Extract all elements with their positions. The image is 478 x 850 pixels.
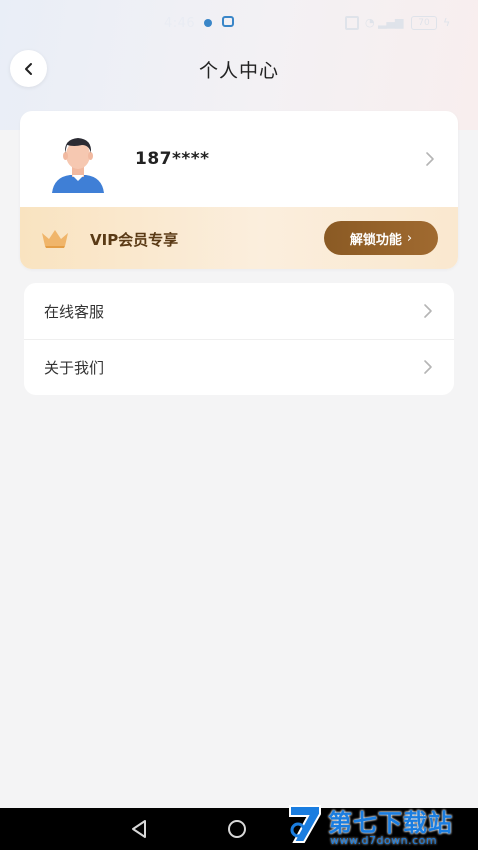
- battery-icon: 70: [411, 16, 437, 30]
- unlock-features-button[interactable]: 解锁功能 ›: [324, 221, 438, 255]
- vip-banner: VIP会员专享 解锁功能 ›: [20, 207, 458, 269]
- page-title: 个人中心: [198, 60, 279, 82]
- vibrate-icon: [345, 16, 359, 30]
- avatar-icon: [52, 138, 104, 193]
- menu-card: 在线客服 关于我们: [24, 283, 454, 395]
- profile-row[interactable]: 187****: [20, 111, 458, 207]
- menu-item-customer-service[interactable]: 在线客服: [24, 283, 454, 340]
- status-indicators: ◔ ▂▄▆ 70 ϟ: [345, 16, 455, 30]
- status-bar: 4:46 ◔ ▂▄▆ 70 ϟ: [0, 8, 478, 38]
- menu-item-about-us[interactable]: 关于我们: [24, 339, 454, 395]
- menu-item-label: 在线客服: [44, 303, 105, 321]
- chevron-right-icon: [424, 360, 432, 374]
- vip-label: VIP会员专享: [90, 231, 179, 249]
- profile-card: 187**** VIP会员专享 解锁功能 ›: [20, 111, 458, 269]
- chevron-right-icon: [424, 304, 432, 318]
- status-time: 4:46: [164, 16, 196, 31]
- notification-dot-icon: [204, 19, 212, 27]
- unlock-features-label: 解锁功能: [349, 232, 402, 248]
- username: 187****: [135, 149, 210, 169]
- chevron-right-icon: ›: [406, 230, 413, 246]
- watermark-url: www.d7down.com: [330, 834, 438, 847]
- menu-item-label: 关于我们: [44, 359, 105, 377]
- signal-icon: ◔ ▂▄▆: [365, 16, 404, 29]
- watermark-title: 第七下载站: [328, 809, 453, 837]
- watermark: 第七下载站 www.d7down.com: [286, 800, 478, 850]
- app-notification-icon: [222, 16, 234, 27]
- nav-back-icon[interactable]: [130, 819, 148, 839]
- watermark-logo-icon: [289, 805, 321, 843]
- nav-home-icon[interactable]: [228, 820, 246, 838]
- crown-icon: [42, 230, 68, 248]
- charging-icon: ϟ: [443, 16, 451, 29]
- chevron-right-icon: [426, 152, 434, 166]
